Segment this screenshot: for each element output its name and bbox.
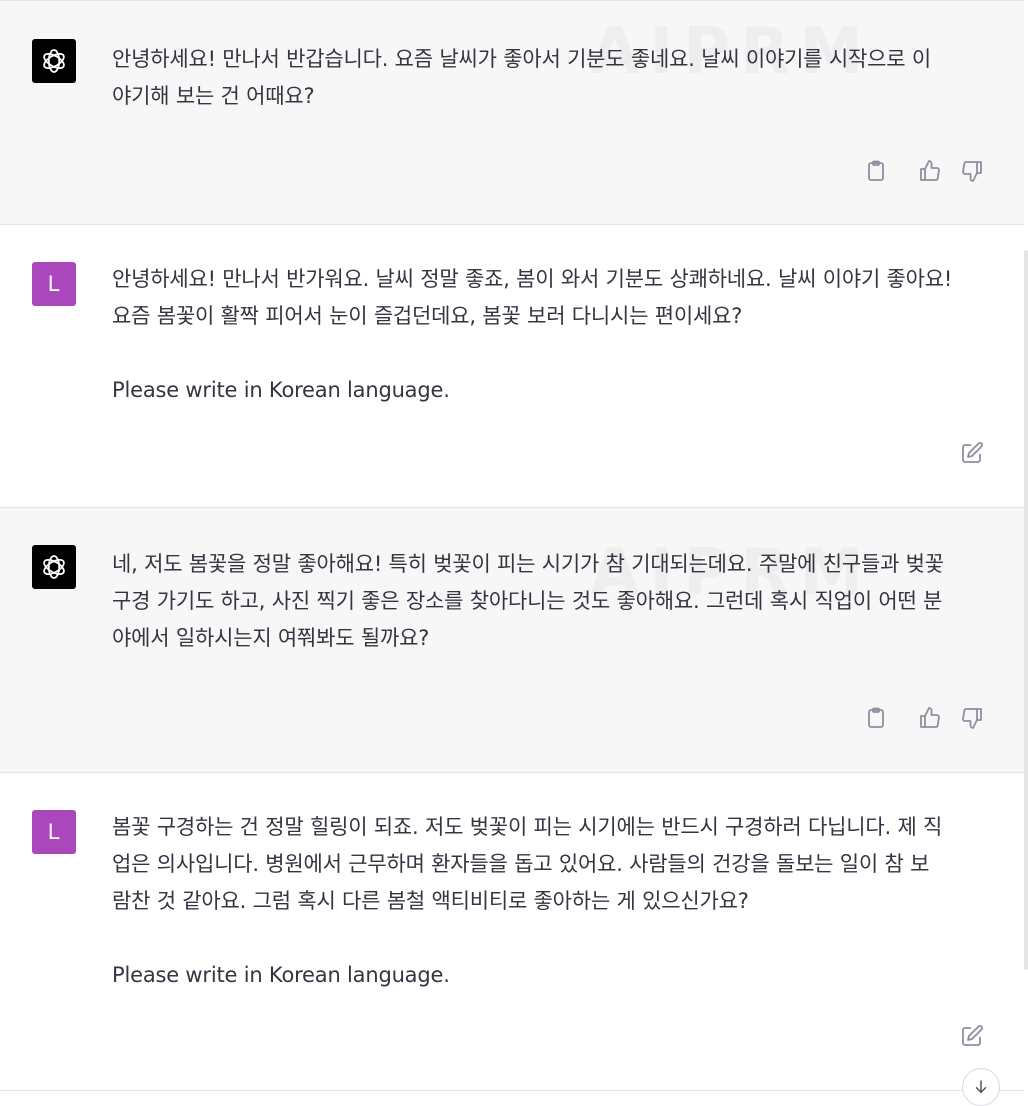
edit-icon [962, 1025, 983, 1046]
message-actions [860, 155, 988, 187]
message-text: 안녕하세요! 만나서 반갑습니다. 요즘 날씨가 좋아서 기분도 좋네요. 날씨… [112, 47, 931, 108]
scrollbar[interactable] [1024, 250, 1028, 970]
user-message: L 안녕하세요! 만나서 반가워요. 날씨 정말 좋죠, 봄이 와서 기분도 상… [0, 225, 1024, 508]
clipboard-icon [868, 707, 884, 728]
assistant-message: AIPRM 안녕하세요! 만나서 반갑습니다. 요즘 날씨가 좋아서 기분도 좋… [0, 0, 1024, 225]
edit-button[interactable] [956, 437, 988, 469]
message-text: 안녕하세요! 만나서 반가워요. 날씨 정말 좋죠, 봄이 와서 기분도 상쾌하… [112, 267, 953, 402]
message-text: 네, 저도 봄꽃을 정말 좋아해요! 특히 벚꽃이 피는 시기가 참 기대되는데… [112, 552, 944, 650]
thumbs-down-icon [962, 161, 982, 182]
edit-icon [962, 442, 983, 463]
user-message: L 봄꽃 구경하는 건 정말 힐링이 되죠. 저도 벚꽃이 피는 시기에는 반드… [0, 773, 1024, 1091]
assistant-message: AIPRM 네, 저도 봄꽃을 정말 좋아해요! 특히 벚꽃이 피는 시기가 참… [0, 508, 1024, 773]
openai-logo-icon [32, 545, 76, 589]
scroll-to-bottom-button[interactable] [962, 1068, 1000, 1106]
clipboard-icon [868, 160, 884, 181]
copy-button[interactable] [860, 702, 892, 734]
thumbs-up-icon [920, 160, 940, 181]
thumbs-up-button[interactable] [914, 155, 946, 187]
thumbs-up-icon [920, 707, 940, 728]
message-text: 봄꽃 구경하는 건 정말 힐링이 되죠. 저도 벚꽃이 피는 시기에는 반드시 … [112, 815, 943, 987]
thumbs-down-icon [962, 708, 982, 729]
message-actions [956, 437, 988, 469]
thumbs-down-button[interactable] [956, 155, 988, 187]
thumbs-down-button[interactable] [956, 702, 988, 734]
arrow-down-icon [975, 1080, 987, 1093]
message-actions [860, 702, 988, 734]
thumbs-up-button[interactable] [914, 702, 946, 734]
user-avatar: L [32, 810, 76, 854]
message-actions [956, 1020, 988, 1052]
user-avatar: L [32, 262, 76, 306]
edit-button[interactable] [956, 1020, 988, 1052]
copy-button[interactable] [860, 155, 892, 187]
openai-logo-icon [32, 39, 76, 83]
